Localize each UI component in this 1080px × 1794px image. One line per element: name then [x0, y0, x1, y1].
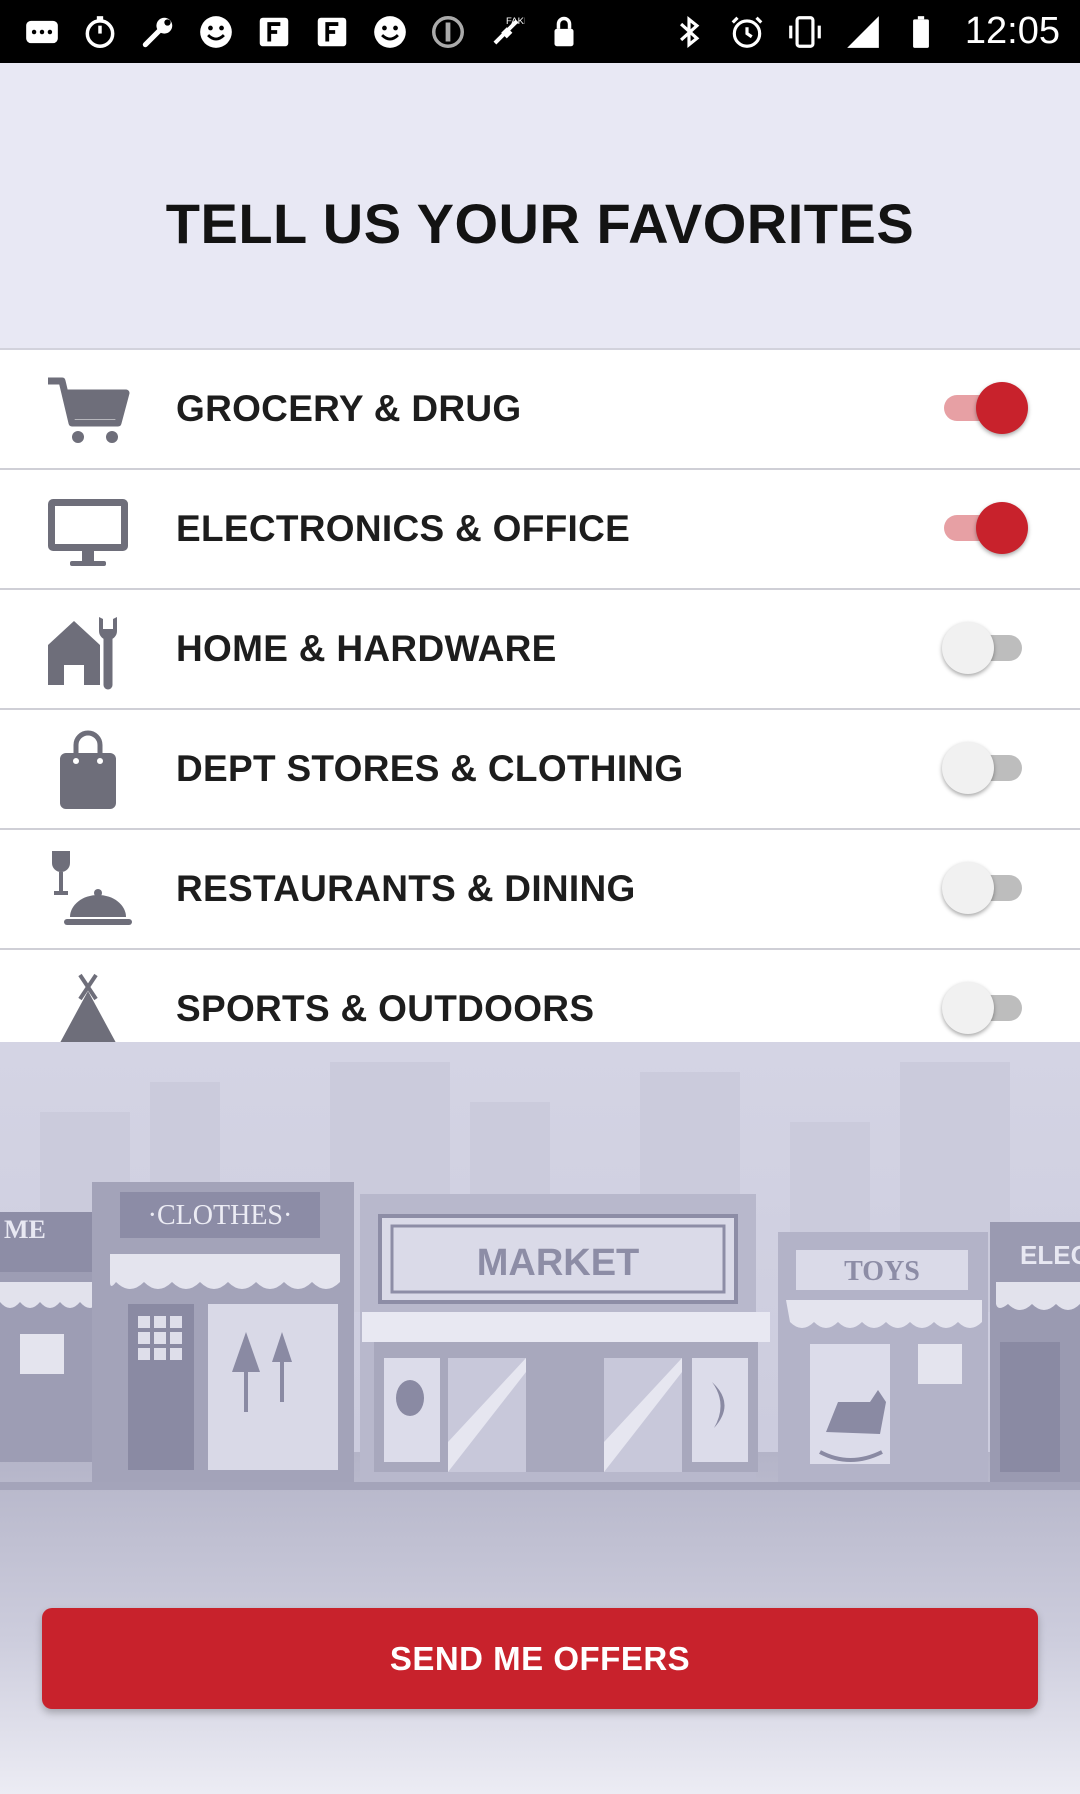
timer-icon	[80, 12, 120, 52]
message-icon	[22, 12, 62, 52]
list-item[interactable]: SPORTS & OUTDOORS	[0, 950, 1080, 1042]
send-me-offers-button[interactable]: SEND ME OFFERS	[42, 1608, 1038, 1709]
house-wrench-icon	[44, 605, 132, 693]
list-item[interactable]: GROCERY & DRUG	[0, 350, 1080, 470]
category-label: GROCERY & DRUG	[176, 388, 522, 429]
sign-clothes: ·CLOTHES·	[148, 1200, 293, 1231]
satellite-icon: FAKE	[486, 12, 526, 52]
smiley-icon	[370, 12, 410, 52]
cart-icon	[44, 365, 132, 453]
monitor-icon	[44, 485, 132, 573]
sign-right-partial: ELEC	[1020, 1240, 1080, 1270]
category-toggle[interactable]	[934, 381, 1030, 437]
category-label: ELECTRONICS & OFFICE	[176, 508, 631, 549]
sign-left-partial: ME	[4, 1215, 46, 1244]
category-label: SPORTS & OUTDOORS	[176, 988, 595, 1029]
font-icon	[312, 12, 352, 52]
category-list: GROCERY & DRUG ELECTRONICS & OFFICE HOME…	[0, 350, 1080, 1042]
smiley-icon	[196, 12, 236, 52]
category-label: DEPT STORES & CLOTHING	[176, 748, 684, 789]
alarm-icon	[727, 12, 767, 52]
battery-icon	[901, 12, 941, 52]
clock: 12:05	[964, 10, 1060, 52]
category-label: RESTAURANTS & DINING	[176, 868, 636, 909]
dining-icon	[44, 845, 132, 933]
status-bar: FAKE 12:05	[0, 0, 1080, 63]
list-item[interactable]: HOME & HARDWARE	[0, 590, 1080, 710]
signal-icon	[843, 12, 883, 52]
bluetooth-icon	[669, 12, 709, 52]
lock-icon	[544, 12, 584, 52]
header: TELL US YOUR FAVORITES	[0, 63, 1080, 350]
tent-icon	[44, 965, 132, 1042]
shopping-bag-icon	[44, 725, 132, 813]
category-label: HOME & HARDWARE	[176, 628, 557, 669]
sign-market: MARKET	[477, 1242, 640, 1284]
font-icon	[254, 12, 294, 52]
list-item[interactable]: RESTAURANTS & DINING	[0, 830, 1080, 950]
category-toggle[interactable]	[934, 501, 1030, 557]
wrench-icon	[138, 12, 178, 52]
list-item[interactable]: DEPT STORES & CLOTHING	[0, 710, 1080, 830]
category-toggle[interactable]	[934, 621, 1030, 677]
sign-toys: TOYS	[844, 1256, 920, 1287]
category-toggle[interactable]	[934, 861, 1030, 917]
page-title: TELL US YOUR FAVORITES	[165, 192, 915, 255]
record-icon	[428, 12, 468, 52]
list-item[interactable]: ELECTRONICS & OFFICE	[0, 470, 1080, 590]
svg-text:FAKE: FAKE	[506, 16, 525, 27]
category-toggle[interactable]	[934, 981, 1030, 1037]
vibrate-icon	[785, 12, 825, 52]
category-toggle[interactable]	[934, 741, 1030, 797]
